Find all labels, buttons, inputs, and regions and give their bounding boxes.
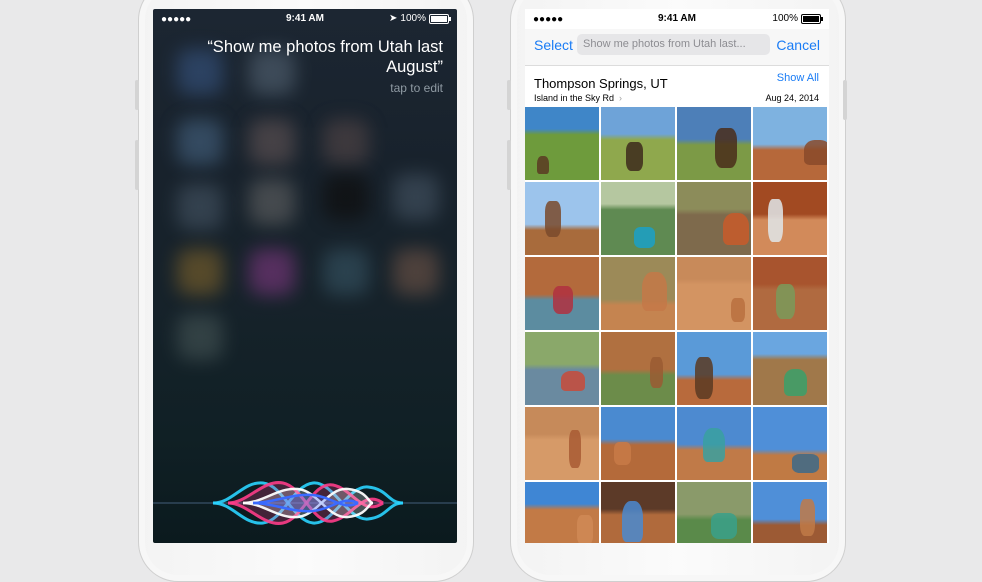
photo-grid — [525, 107, 829, 543]
blurred-app-icon — [249, 119, 295, 165]
photo-thumbnail[interactable] — [677, 332, 751, 405]
battery-percent: 100% — [772, 13, 798, 24]
blurred-app-icon — [177, 184, 223, 230]
photo-thumbnail[interactable] — [753, 332, 827, 405]
moment-date: Aug 24, 2014 — [765, 93, 819, 103]
photo-thumbnail[interactable] — [525, 482, 599, 543]
blurred-app-icon — [177, 314, 223, 360]
blurred-app-icon — [177, 119, 223, 165]
photo-subject — [784, 369, 807, 396]
photo-subject — [561, 371, 585, 391]
siri-waveform[interactable] — [153, 473, 457, 533]
photo-subject — [545, 201, 561, 237]
photo-subject — [622, 501, 643, 542]
battery-indicator: ➤ 100% — [389, 13, 451, 24]
photo-thumbnail[interactable] — [601, 482, 675, 543]
blurred-app-icon — [393, 174, 439, 220]
blurred-app-icon — [323, 174, 369, 220]
photo-subject — [569, 430, 581, 468]
blurred-app-icon — [177, 249, 223, 295]
photo-subject — [703, 428, 725, 462]
photo-subject — [537, 156, 549, 174]
moment-location-title: Thompson Springs, UT — [534, 76, 668, 91]
blurred-app-icon — [249, 179, 295, 225]
moment-sublocation[interactable]: Island in the Sky Rd › — [534, 93, 622, 103]
blurred-app-icon — [323, 249, 369, 295]
photos-screen: ●●●●● 9:41 AM 100% Select Show me photos… — [525, 9, 829, 543]
right-phone-side-button — [507, 80, 511, 110]
photo-thumbnail[interactable] — [753, 257, 827, 330]
photo-subject — [731, 298, 745, 322]
photo-subject — [800, 499, 815, 536]
left-phone-volume-button — [135, 140, 139, 190]
cancel-button[interactable]: Cancel — [776, 37, 820, 53]
battery-percent: 100% — [400, 13, 426, 24]
photo-thumbnail[interactable] — [525, 107, 599, 180]
photo-subject — [626, 142, 643, 171]
photo-thumbnail[interactable] — [601, 332, 675, 405]
photo-thumbnail[interactable] — [601, 407, 675, 480]
photo-thumbnail[interactable] — [753, 407, 827, 480]
search-nav-bar: Select Show me photos from Utah last... … — [525, 29, 829, 65]
photo-thumbnail[interactable] — [677, 257, 751, 330]
photo-subject — [792, 454, 819, 473]
photo-subject — [711, 513, 737, 539]
photo-thumbnail[interactable] — [601, 107, 675, 180]
status-bar: ●●●●● 9:41 AM ➤ 100% — [153, 9, 457, 29]
select-button[interactable]: Select — [534, 37, 573, 53]
battery-indicator: 100% — [772, 13, 823, 24]
photo-thumbnail[interactable] — [525, 257, 599, 330]
tap-to-edit-hint[interactable]: tap to edit — [390, 81, 443, 95]
photo-thumbnail[interactable] — [677, 182, 751, 255]
photo-thumbnail[interactable] — [753, 482, 827, 543]
moment-sublocation-label: Island in the Sky Rd — [534, 93, 615, 103]
battery-icon — [801, 13, 823, 24]
photo-thumbnail[interactable] — [753, 107, 827, 180]
battery-icon — [429, 13, 451, 24]
photo-subject — [553, 286, 573, 314]
photo-subject — [804, 140, 827, 165]
photo-thumbnail[interactable] — [677, 107, 751, 180]
photo-thumbnail[interactable] — [677, 407, 751, 480]
photo-thumbnail[interactable] — [677, 482, 751, 543]
photo-subject — [768, 199, 783, 242]
photo-thumbnail[interactable] — [525, 332, 599, 405]
status-bar: ●●●●● 9:41 AM 100% — [525, 9, 829, 29]
photo-subject — [614, 442, 631, 465]
photo-thumbnail[interactable] — [601, 257, 675, 330]
right-phone-volume-button — [507, 140, 511, 190]
right-phone-power-button — [843, 80, 847, 120]
photo-subject — [723, 213, 749, 245]
photo-thumbnail[interactable] — [753, 182, 827, 255]
siri-screen: ●●●●● 9:41 AM ➤ 100% “Show me photos fro… — [153, 9, 457, 543]
photo-subject — [634, 227, 655, 248]
search-input[interactable]: Show me photos from Utah last... — [577, 34, 770, 55]
siri-query-text[interactable]: “Show me photos from Utah last August” — [203, 37, 443, 77]
moment-header: Thompson Springs, UT Island in the Sky R… — [525, 65, 829, 108]
blurred-app-icon — [249, 249, 295, 295]
photo-subject — [776, 284, 795, 319]
photo-subject — [577, 515, 593, 543]
show-all-button[interactable]: Show All — [777, 72, 819, 84]
photo-subject — [650, 357, 663, 388]
photo-thumbnail[interactable] — [525, 407, 599, 480]
photo-thumbnail[interactable] — [525, 182, 599, 255]
photo-subject — [695, 357, 713, 399]
chevron-right-icon: › — [619, 93, 623, 103]
photo-subject — [642, 272, 667, 311]
location-icon: ➤ — [389, 13, 398, 24]
photo-subject — [715, 128, 737, 168]
photo-thumbnail[interactable] — [601, 182, 675, 255]
blurred-app-icon — [393, 249, 439, 295]
left-phone-side-button — [135, 80, 139, 110]
blurred-app-icon — [323, 119, 369, 165]
